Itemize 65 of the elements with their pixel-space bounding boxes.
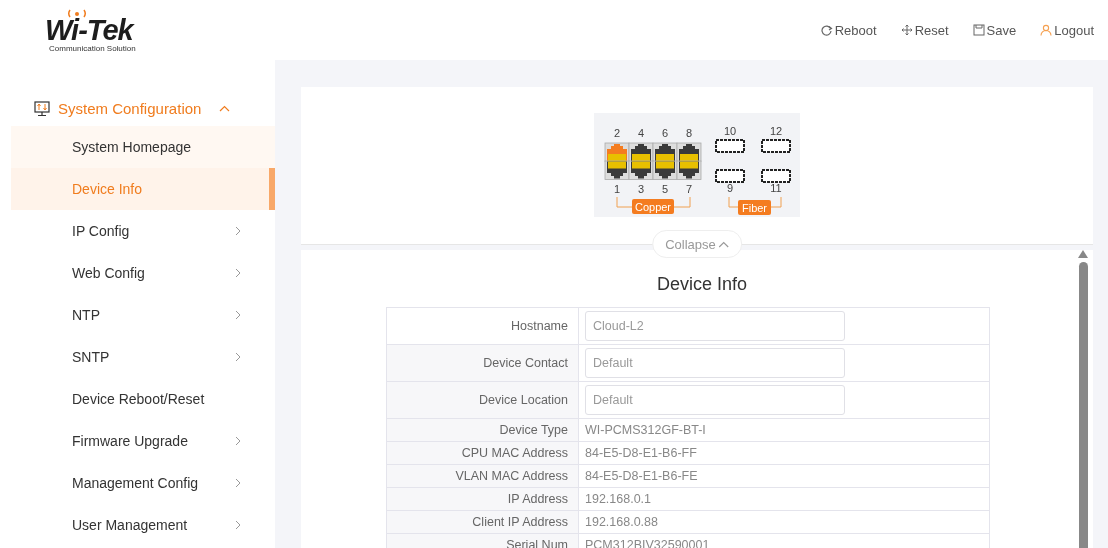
reset-button[interactable]: Reset	[900, 22, 949, 38]
menu-item[interactable]: Management Config	[11, 462, 275, 504]
menu-item[interactable]: NTP	[11, 294, 275, 336]
selection-indicator	[269, 168, 275, 210]
field-value: 192.168.0.1	[578, 487, 990, 511]
logout-button[interactable]: Logout	[1040, 22, 1094, 38]
port-number: 12	[769, 125, 783, 137]
port-number: 9	[726, 182, 734, 194]
port-number: 2	[613, 127, 621, 139]
field-label: CPU MAC Address	[386, 441, 579, 465]
chevron-right-icon	[235, 352, 241, 362]
menu-item[interactable]: System Homepage	[11, 126, 275, 168]
section-title: Device Info	[655, 274, 747, 295]
field-label: IP Address	[386, 487, 579, 511]
port-number: 10	[723, 125, 737, 137]
chevron-right-icon	[235, 226, 241, 236]
chevron-up-icon	[717, 240, 729, 248]
port-number: 5	[661, 183, 669, 195]
field-value: 192.168.0.88	[578, 510, 990, 534]
chevron-right-icon	[235, 436, 241, 446]
fiber-port	[715, 139, 745, 153]
user-icon	[1040, 24, 1053, 36]
save-icon	[972, 24, 985, 36]
menu-item[interactable]: Web Config	[11, 252, 275, 294]
field-label: VLAN MAC Address	[386, 464, 579, 488]
fiber-port	[715, 169, 745, 183]
field-label: Device Type	[386, 418, 579, 442]
chevron-right-icon	[235, 268, 241, 278]
fiber-label: Fiber	[738, 200, 771, 215]
move-icon	[900, 24, 913, 36]
menu-item[interactable]: IP Config	[11, 210, 275, 252]
port-number: 7	[685, 183, 693, 195]
field-value: 84-E5-D8-E1-B6-FF	[578, 441, 990, 465]
logo-text: Wi-Tek	[45, 15, 133, 44]
port-number: 8	[685, 127, 693, 139]
field-label: Device Contact	[386, 344, 579, 382]
reboot-button[interactable]: Reboot	[820, 22, 877, 38]
field-value: 84-E5-D8-E1-B6-FE	[578, 464, 990, 488]
chevron-right-icon	[235, 520, 241, 530]
scrollbar-thumb[interactable]	[1079, 262, 1088, 548]
logo-tagline: Communication Solution	[49, 43, 136, 53]
chevron-up-icon	[219, 104, 231, 112]
scroll-up-icon	[1078, 250, 1088, 258]
menu-item[interactable]: Firmware Upgrade	[11, 420, 275, 462]
menu-item[interactable]: Device Reboot/Reset	[11, 378, 275, 420]
menu-item[interactable]: User Management	[11, 504, 275, 546]
fiber-port	[761, 139, 791, 153]
chevron-right-icon	[235, 478, 241, 488]
port-number: 3	[637, 183, 645, 195]
port-number: 4	[637, 127, 645, 139]
port-number: 6	[661, 127, 669, 139]
refresh-icon	[820, 24, 833, 36]
signal-icon	[67, 7, 87, 19]
copper-label: Copper	[632, 199, 674, 214]
field-label: Hostname	[386, 307, 579, 345]
port-number: 11	[770, 182, 782, 194]
field-label: Device Location	[386, 381, 579, 419]
menu-item[interactable]: SNTP	[11, 336, 275, 378]
port-number: 1	[613, 183, 621, 195]
save-button[interactable]: Save	[972, 22, 1017, 38]
field-value: WI-PCMS312GF-BT-I	[578, 418, 990, 442]
chevron-right-icon	[235, 310, 241, 320]
fiber-port	[761, 169, 791, 183]
field-label: Client IP Address	[386, 510, 579, 534]
monitor-icon	[34, 100, 50, 116]
